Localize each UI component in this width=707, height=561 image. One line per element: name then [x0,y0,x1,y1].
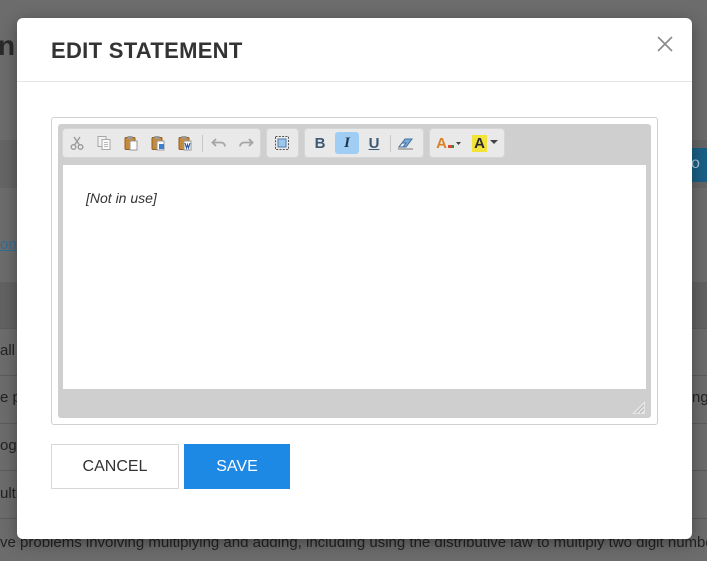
toolbar-group-colors: A A [429,128,505,158]
editor-frame: B I U A A [Not in use] [58,124,651,418]
underline-label: U [368,134,380,152]
editor-toolbar: B I U A A [58,124,651,164]
redo-icon[interactable] [234,132,258,154]
undo-icon[interactable] [207,132,231,154]
bold-icon[interactable]: B [308,132,332,154]
paste-text-icon[interactable] [146,132,170,154]
underline-icon[interactable]: U [362,132,386,154]
cancel-button[interactable]: CANCEL [51,444,179,489]
background-blue-tab-text: o [691,155,700,172]
select-all-icon[interactable] [270,132,294,154]
save-button[interactable]: SAVE [184,444,290,489]
text-color-label: A [436,134,447,152]
background-table-cell: og [0,437,17,454]
text-color-icon[interactable]: A [433,132,465,154]
modal-title: EDIT STATEMENT [51,38,243,63]
rich-text-editor: B I U A A [Not in use] [51,117,658,425]
editor-content-text: [Not in use] [86,190,157,206]
edit-statement-modal: EDIT STATEMENT B I U A A [Not in use] CA… [17,18,692,539]
background-table-cell-right: ng [692,389,707,406]
toolbar-separator [390,135,391,152]
italic-icon[interactable]: I [335,132,359,154]
bold-label: B [314,134,326,152]
toolbar-group-formatting: B I U [304,128,424,158]
close-icon[interactable] [655,34,675,54]
cut-icon[interactable] [65,132,89,154]
copy-icon[interactable] [92,132,116,154]
toolbar-group-tools [266,128,299,158]
paste-word-icon[interactable] [173,132,197,154]
background-title-fragment: n [0,30,16,61]
background-table-cell: all [0,342,16,359]
toolbar-separator [202,135,203,152]
paste-icon[interactable] [119,132,143,154]
italic-label: I [344,134,350,151]
modal-header: EDIT STATEMENT [17,18,692,82]
toolbar-group-clipboard [62,128,261,158]
remove-format-icon[interactable] [394,132,418,154]
background-color-icon[interactable]: A [468,132,502,154]
background-color-label: A [472,134,487,152]
resize-handle[interactable] [632,401,645,414]
editor-content-area[interactable]: [Not in use] [63,165,646,389]
